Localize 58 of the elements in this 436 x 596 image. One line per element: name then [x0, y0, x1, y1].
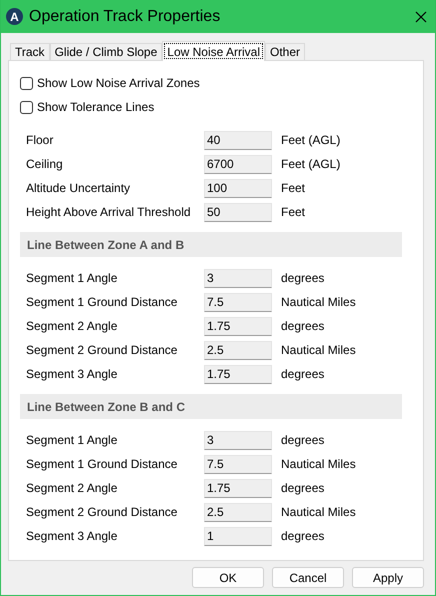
field-label: Segment 2 Angle	[26, 319, 118, 333]
dialog-button[interactable]: Apply	[352, 567, 424, 588]
window-title: Operation Track Properties	[29, 8, 222, 26]
section-title: Line Between Zone A and B	[27, 238, 184, 252]
field-label: Segment 1 Angle	[26, 271, 118, 285]
tab[interactable]: Track	[10, 43, 50, 60]
input-field[interactable]: 1.75	[204, 316, 272, 336]
tab[interactable]: Glide / Climb Slope	[50, 43, 162, 60]
tab[interactable]: Low Noise Arrival	[162, 41, 265, 61]
app-logo-icon: A	[6, 8, 23, 25]
unit-label: Nautical Miles	[281, 343, 356, 357]
input-field[interactable]: 3	[204, 430, 272, 450]
input-field[interactable]: 1	[204, 526, 272, 546]
field-label: Segment 3 Angle	[26, 367, 118, 381]
field-label: Segment 1 Ground Distance	[26, 295, 178, 309]
unit-label: Nautical Miles	[281, 505, 356, 519]
checkbox[interactable]	[20, 100, 33, 114]
section-title: Line Between Zone B and C	[27, 400, 186, 414]
input-field[interactable]: 2.5	[204, 340, 272, 360]
unit-label: degrees	[281, 319, 324, 333]
unit-label: Feet (AGL)	[281, 133, 340, 147]
input-field[interactable]: 50	[204, 202, 272, 222]
field-label: Height Above Arrival Threshold	[26, 205, 192, 219]
field-label: Altitude Uncertainty	[26, 181, 132, 195]
unit-label: degrees	[281, 367, 324, 381]
unit-label: degrees	[281, 271, 324, 285]
unit-label: Nautical Miles	[281, 295, 356, 309]
field-label: Segment 2 Ground Distance	[26, 343, 178, 357]
input-field[interactable]: 2.5	[204, 502, 272, 522]
unit-label: Feet (AGL)	[281, 157, 340, 171]
field-label: Ceiling	[26, 157, 64, 171]
input-field[interactable]: 7.5	[204, 292, 272, 312]
tab[interactable]: Other	[264, 43, 305, 60]
unit-label: Nautical Miles	[281, 457, 356, 471]
unit-label: degrees	[281, 481, 324, 495]
dialog-button[interactable]: OK	[192, 567, 264, 588]
field-label: Segment 2 Angle	[26, 481, 118, 495]
unit-label: degrees	[281, 433, 324, 447]
checkbox[interactable]	[20, 76, 33, 90]
field-label: Floor	[26, 133, 54, 147]
unit-label: Feet	[281, 205, 306, 219]
checkbox-label[interactable]: Show Low Noise Arrival Zones	[37, 76, 200, 90]
checkbox-label[interactable]: Show Tolerance Lines	[37, 100, 154, 114]
input-field[interactable]: 3	[204, 268, 272, 288]
unit-label: Feet	[281, 181, 306, 195]
input-field[interactable]: 1.75	[204, 364, 272, 384]
input-field[interactable]: 6700	[204, 154, 272, 174]
close-icon[interactable]	[415, 10, 427, 22]
input-field[interactable]: 40	[204, 130, 272, 150]
input-field[interactable]: 1.75	[204, 478, 272, 498]
field-label: Segment 1 Ground Distance	[26, 457, 178, 471]
dialog-button[interactable]: Cancel	[272, 567, 344, 588]
input-field[interactable]: 7.5	[204, 454, 272, 474]
field-label: Segment 1 Angle	[26, 433, 118, 447]
field-label: Segment 2 Ground Distance	[26, 505, 178, 519]
unit-label: degrees	[281, 529, 324, 543]
field-label: Segment 3 Angle	[26, 529, 118, 543]
input-field[interactable]: 100	[204, 178, 272, 198]
